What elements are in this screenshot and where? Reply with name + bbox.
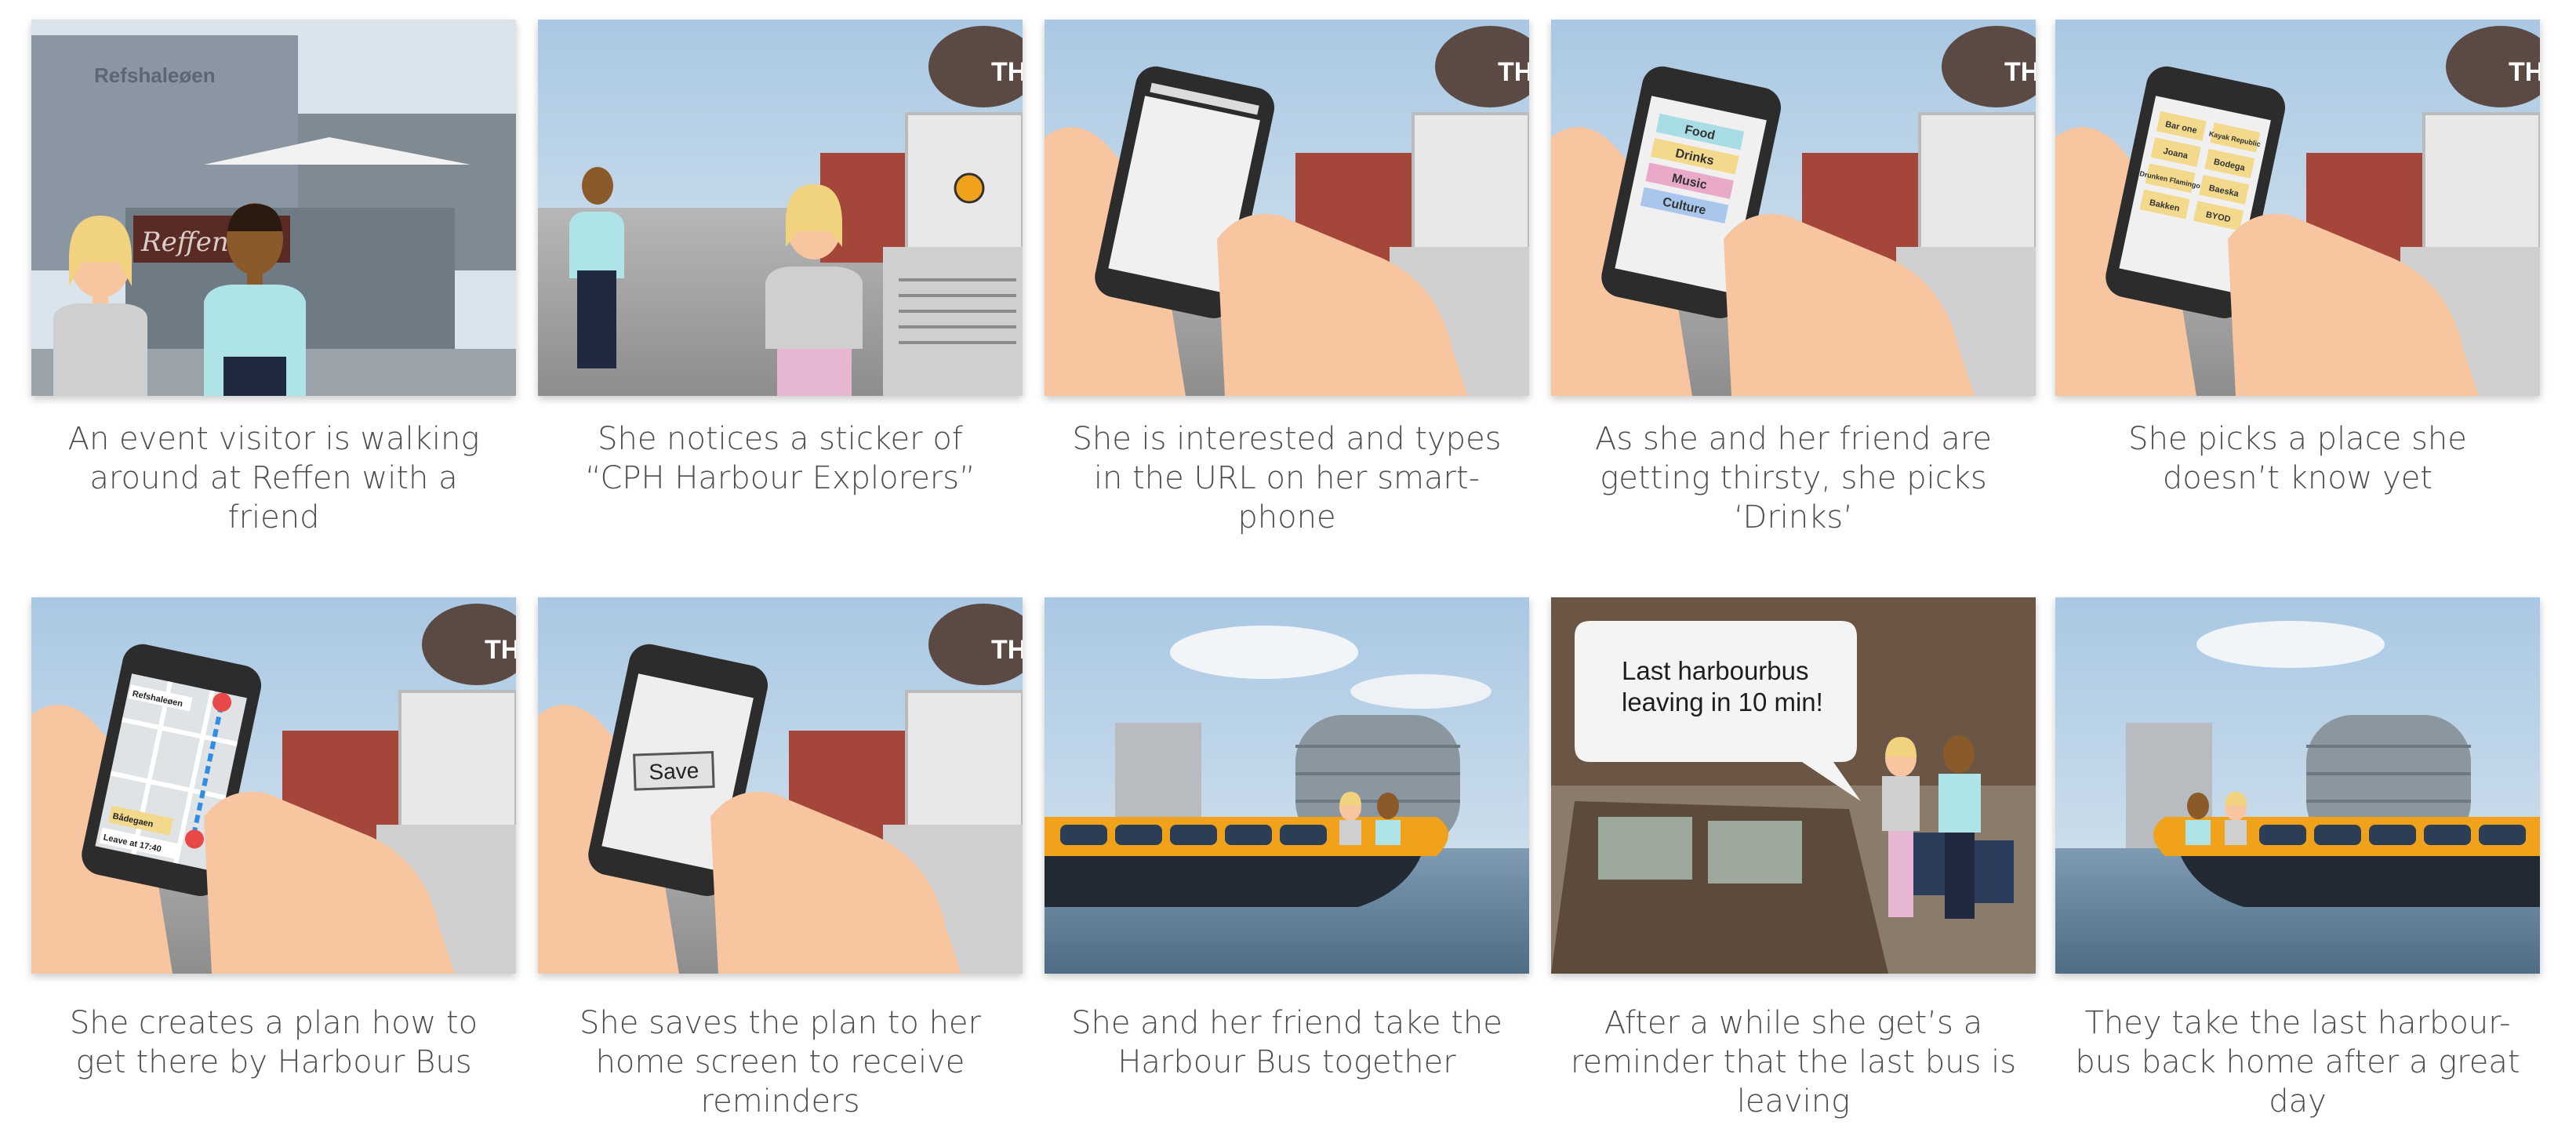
panel-6-caption: She creates a plan how to get there by H… [69, 1005, 478, 1080]
last-harbour-bus-scene [2055, 597, 2540, 974]
storyboard-panel-9: Last harbourbus leaving in 10 min! [1551, 597, 2036, 974]
harbour-explorers-sticker [954, 172, 985, 204]
storyboard-panel-6: TH Refshaleøen Bådegaen Leave at 17:40 [31, 597, 516, 974]
panel-4-caption: As she and her friend are getting thirst… [1595, 421, 1992, 535]
svg-text:TH: TH [2509, 57, 2540, 87]
svg-text:TH: TH [485, 635, 516, 665]
picks-place-illustration: TH Bar one Kayak Republic Joana Bodega D… [2055, 20, 2540, 396]
reffen-banner: Reffen [140, 227, 229, 258]
picks-drinks-illustration: TH Food Drinks Music Culture [1551, 20, 2036, 396]
panel-2-caption: She notices a sticker of “CPH Harbour Ex… [585, 421, 976, 496]
save-plan-illustration: TH Save [538, 597, 1023, 974]
storyboard-panel-5: TH Bar one Kayak Republic Joana Bodega D… [2055, 20, 2540, 396]
storyboard-panel-10 [2055, 597, 2540, 974]
bar-interior-scene: Last harbourbus leaving in 10 min! [1551, 597, 2036, 974]
panel-8-caption: She and her friend take the Harbour Bus … [1071, 1005, 1502, 1080]
panel-3-caption: She is interested and types in the URL o… [1072, 421, 1502, 535]
panel-9-caption: After a while she get’s a reminder that … [1570, 1005, 2017, 1119]
svg-text:Save: Save [649, 758, 699, 784]
panel-10-caption: They take the last harbour- bus back hom… [2075, 1005, 2520, 1119]
svg-text:Last harbourbus: Last harbourbus [1622, 656, 1809, 685]
storyboard-panel-1: Refshaleøen Reffen [31, 20, 516, 396]
harbour-bus-ride-scene [1045, 597, 1529, 974]
storyboard-panel-4: TH Food Drinks Music Culture [1551, 20, 2036, 396]
storyboard-panel-2: TH [538, 20, 1023, 396]
svg-text:TH: TH [2004, 57, 2036, 87]
panel-7-caption: She saves the plan to her home screen to… [580, 1005, 981, 1119]
storyboard-panel-8 [1045, 597, 1529, 974]
svg-text:TH: TH [991, 57, 1023, 87]
storyboard-panel-7: TH Save [538, 597, 1023, 974]
storyboard-panel-3: TH [1045, 20, 1529, 396]
panel-5-caption: She picks a place she doesn’t know yet [2128, 421, 2467, 496]
svg-text:TH: TH [991, 635, 1023, 665]
svg-text:TH: TH [1498, 57, 1529, 87]
container-street-scene: TH [538, 20, 1023, 396]
panel-1-caption: An event visitor is walking around at Re… [67, 421, 480, 535]
typing-url-illustration: TH [1045, 20, 1529, 396]
route-plan-illustration: TH Refshaleøen Bådegaen Leave at 17:40 [31, 597, 516, 974]
refshaleoen-sign: Refshaleøen [94, 63, 216, 87]
reffen-scene-illustration: Refshaleøen Reffen [31, 20, 516, 396]
svg-text:leaving in 10 min!: leaving in 10 min! [1622, 688, 1823, 717]
